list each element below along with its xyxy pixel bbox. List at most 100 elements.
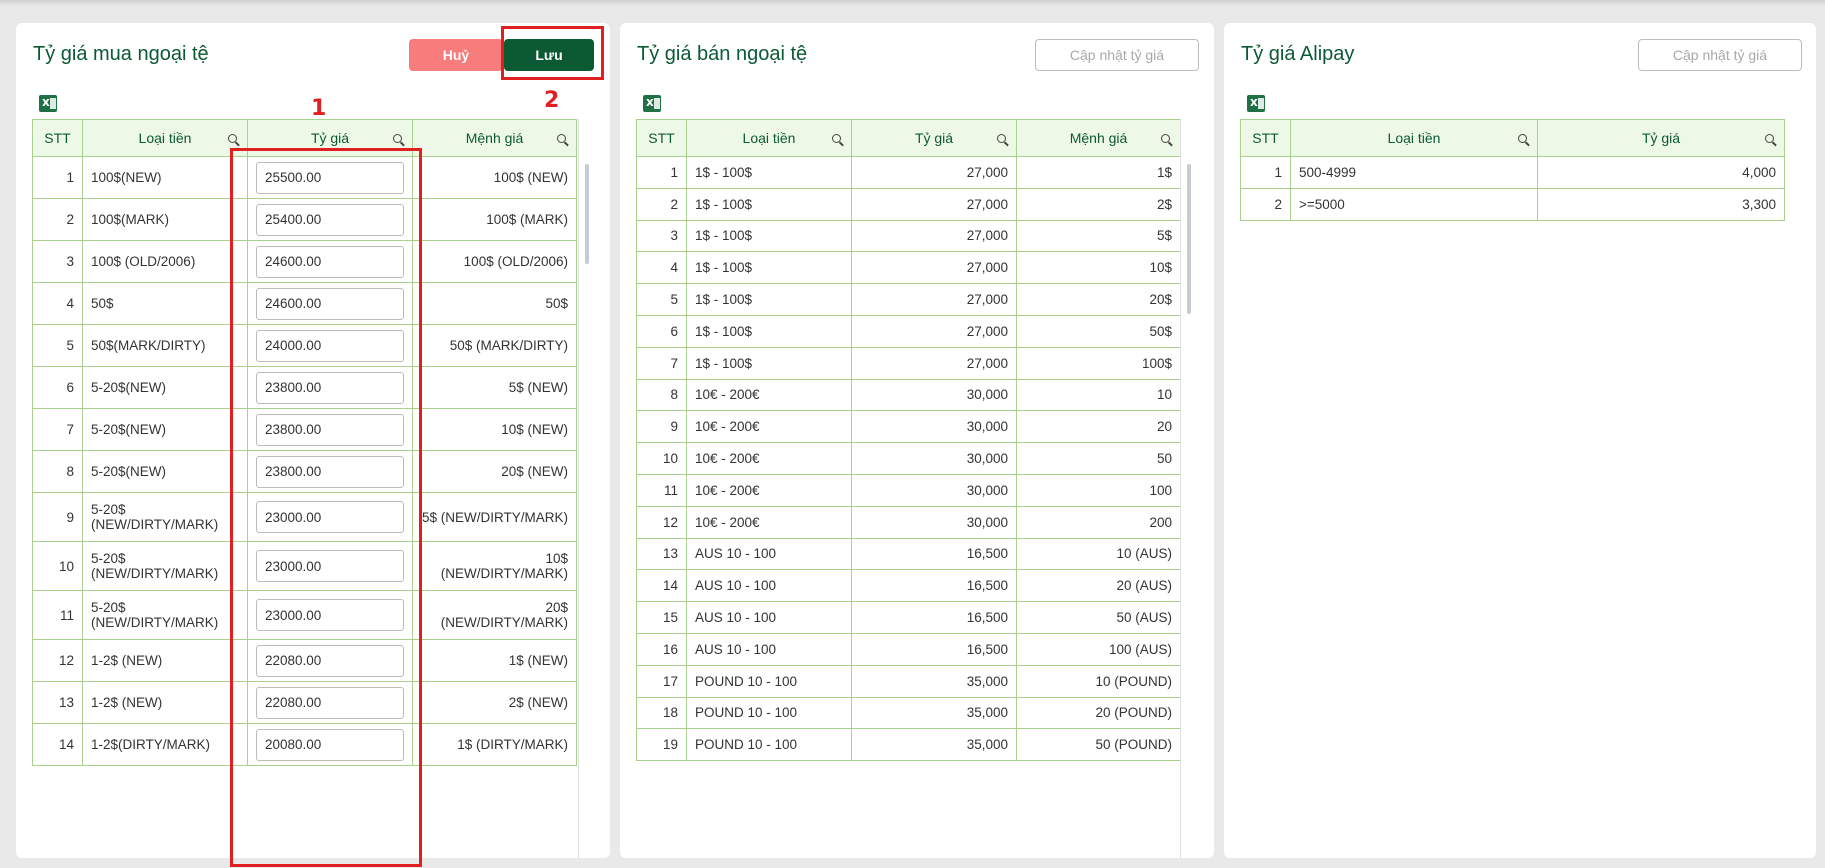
currency-type-cell: 1$ - 100$ <box>686 346 852 380</box>
sell-table-wrap: STT Loại tiền Tỷ giá Mệnh giá 1 1$ - 100$… <box>636 119 1194 858</box>
row-number: 6 <box>636 314 687 348</box>
denomination-cell: 20 (POUND) <box>1016 696 1181 730</box>
currency-type-cell: 100$(MARK) <box>82 198 248 241</box>
currency-type-cell: 5-20$(NEW) <box>82 450 248 493</box>
sell-rate-panel: Tỷ giá bán ngoại tệ Cập nhật tỷ giá STT … <box>620 23 1214 858</box>
search-icon[interactable] <box>228 134 237 143</box>
table-row: 7 1$ - 100$ 27,000 100$ <box>636 346 1181 380</box>
row-number: 7 <box>32 408 83 451</box>
currency-type-cell: 1$ - 100$ <box>686 219 852 253</box>
denomination-cell: 200 <box>1016 505 1181 539</box>
scrollbar-thumb[interactable] <box>1187 164 1191 314</box>
currency-type-cell: 1-2$ (NEW) <box>82 681 248 724</box>
denomination-cell: 20 <box>1016 410 1181 444</box>
table-row: 15 AUS 10 - 100 16,500 50 (AUS) <box>636 601 1181 634</box>
row-number: 7 <box>636 346 687 380</box>
column-header-denomination: Mệnh giá <box>412 119 577 157</box>
search-icon[interactable] <box>997 134 1006 143</box>
row-number: 1 <box>1240 156 1291 189</box>
currency-type-cell: 10€ - 200€ <box>686 442 852 475</box>
denomination-cell: 20 (AUS) <box>1016 569 1181 603</box>
denomination-cell: 50$ (MARK/DIRTY) <box>412 324 577 367</box>
row-number: 18 <box>636 696 687 730</box>
denomination-cell: 1$ <box>1016 156 1181 189</box>
currency-type-cell: 1$ - 100$ <box>686 283 852 316</box>
row-number: 5 <box>636 283 687 316</box>
column-header-rate: Tỷ giá <box>1537 119 1785 157</box>
currency-type-cell: 1-2$ (NEW) <box>82 639 248 682</box>
buy-table-scrollbar[interactable] <box>578 119 596 858</box>
row-number: 4 <box>636 251 687 285</box>
table-row: 6 1$ - 100$ 27,000 50$ <box>636 314 1181 348</box>
scrollbar-thumb[interactable] <box>585 164 589 264</box>
column-header-stt: STT <box>32 119 83 157</box>
cancel-button[interactable]: Huỷ <box>409 39 503 71</box>
sell-rate-table: STT Loại tiền Tỷ giá Mệnh giá 1 1$ - 100$… <box>636 119 1181 762</box>
table-row: 18 POUND 10 - 100 35,000 20 (POUND) <box>636 696 1181 730</box>
denomination-cell: 100$ <box>1016 346 1181 380</box>
row-number: 19 <box>636 728 687 762</box>
table-row: 5 1$ - 100$ 27,000 20$ <box>636 283 1181 316</box>
currency-type-cell: 1$ - 100$ <box>686 251 852 285</box>
denomination-cell: 10 <box>1016 378 1181 412</box>
excel-export-icon[interactable] <box>1247 95 1265 112</box>
top-bar <box>0 0 1825 6</box>
row-number: 3 <box>32 240 83 283</box>
alipay-table-body: 1 500-4999 4,000 2 >=5000 3,300 <box>1240 156 1785 221</box>
rate-cell: 35,000 <box>851 696 1017 730</box>
rate-cell: 27,000 <box>851 283 1017 316</box>
row-number: 4 <box>32 282 83 325</box>
currency-type-cell: AUS 10 - 100 <box>686 537 852 571</box>
currency-type-cell: AUS 10 - 100 <box>686 632 852 666</box>
search-icon[interactable] <box>832 134 841 143</box>
row-number: 12 <box>636 505 687 539</box>
row-number: 5 <box>32 324 83 367</box>
currency-type-cell: 5-20$(NEW) <box>82 408 248 451</box>
currency-type-cell: 1$ - 100$ <box>686 314 852 348</box>
column-header-currency-type: Loại tiền <box>82 119 248 157</box>
excel-export-icon[interactable] <box>643 95 661 112</box>
denomination-cell: 2$ (NEW) <box>412 681 577 724</box>
currency-type-cell: 1$ - 100$ <box>686 156 852 189</box>
search-icon[interactable] <box>1161 134 1170 143</box>
denomination-cell: 10$ <box>1016 251 1181 285</box>
denomination-cell: 50 (AUS) <box>1016 601 1181 634</box>
rate-cell: 30,000 <box>851 473 1017 507</box>
denomination-cell: 10 (AUS) <box>1016 537 1181 571</box>
denomination-cell: 100$ (OLD/2006) <box>412 240 577 283</box>
table-row: 16 AUS 10 - 100 16,500 100 (AUS) <box>636 632 1181 666</box>
row-number: 14 <box>636 569 687 603</box>
search-icon[interactable] <box>393 134 402 143</box>
excel-export-icon[interactable] <box>39 95 57 112</box>
denomination-cell: 100$ (MARK) <box>412 198 577 241</box>
currency-type-cell: 50$(MARK/DIRTY) <box>82 324 248 367</box>
search-icon[interactable] <box>1765 134 1774 143</box>
alipay-rate-panel: Tỷ giá Alipay Cập nhật tỷ giá STT Loại t… <box>1224 23 1816 858</box>
annotation-box-save-button <box>501 26 604 80</box>
row-number: 1 <box>32 156 83 199</box>
row-number: 12 <box>32 639 83 682</box>
update-rate-button[interactable]: Cập nhật tỷ giá <box>1035 39 1199 71</box>
denomination-cell: 1$ (DIRTY/MARK) <box>412 723 577 766</box>
denomination-cell: 5$ (NEW/DIRTY/MARK) <box>412 492 577 542</box>
rate-cell: 30,000 <box>851 378 1017 412</box>
rate-cell: 4,000 <box>1537 156 1785 189</box>
denomination-cell: 10 (POUND) <box>1016 664 1181 698</box>
table-row: 17 POUND 10 - 100 35,000 10 (POUND) <box>636 664 1181 698</box>
row-number: 15 <box>636 601 687 634</box>
table-row: 12 10€ - 200€ 30,000 200 <box>636 505 1181 539</box>
currency-type-cell: 10€ - 200€ <box>686 378 852 412</box>
row-number: 8 <box>32 450 83 493</box>
rate-cell: 16,500 <box>851 537 1017 571</box>
sell-table-scrollbar[interactable] <box>1180 119 1198 858</box>
search-icon[interactable] <box>1518 134 1527 143</box>
column-header-stt: STT <box>1240 119 1291 157</box>
row-number: 10 <box>32 541 83 591</box>
rate-cell: 35,000 <box>851 664 1017 698</box>
search-icon[interactable] <box>557 134 566 143</box>
update-rate-button[interactable]: Cập nhật tỷ giá <box>1638 39 1802 71</box>
column-header-currency-type: Loại tiền <box>686 119 852 157</box>
rate-cell: 30,000 <box>851 505 1017 539</box>
denomination-cell: 100 <box>1016 473 1181 507</box>
table-row: 2 1$ - 100$ 27,000 2$ <box>636 187 1181 221</box>
